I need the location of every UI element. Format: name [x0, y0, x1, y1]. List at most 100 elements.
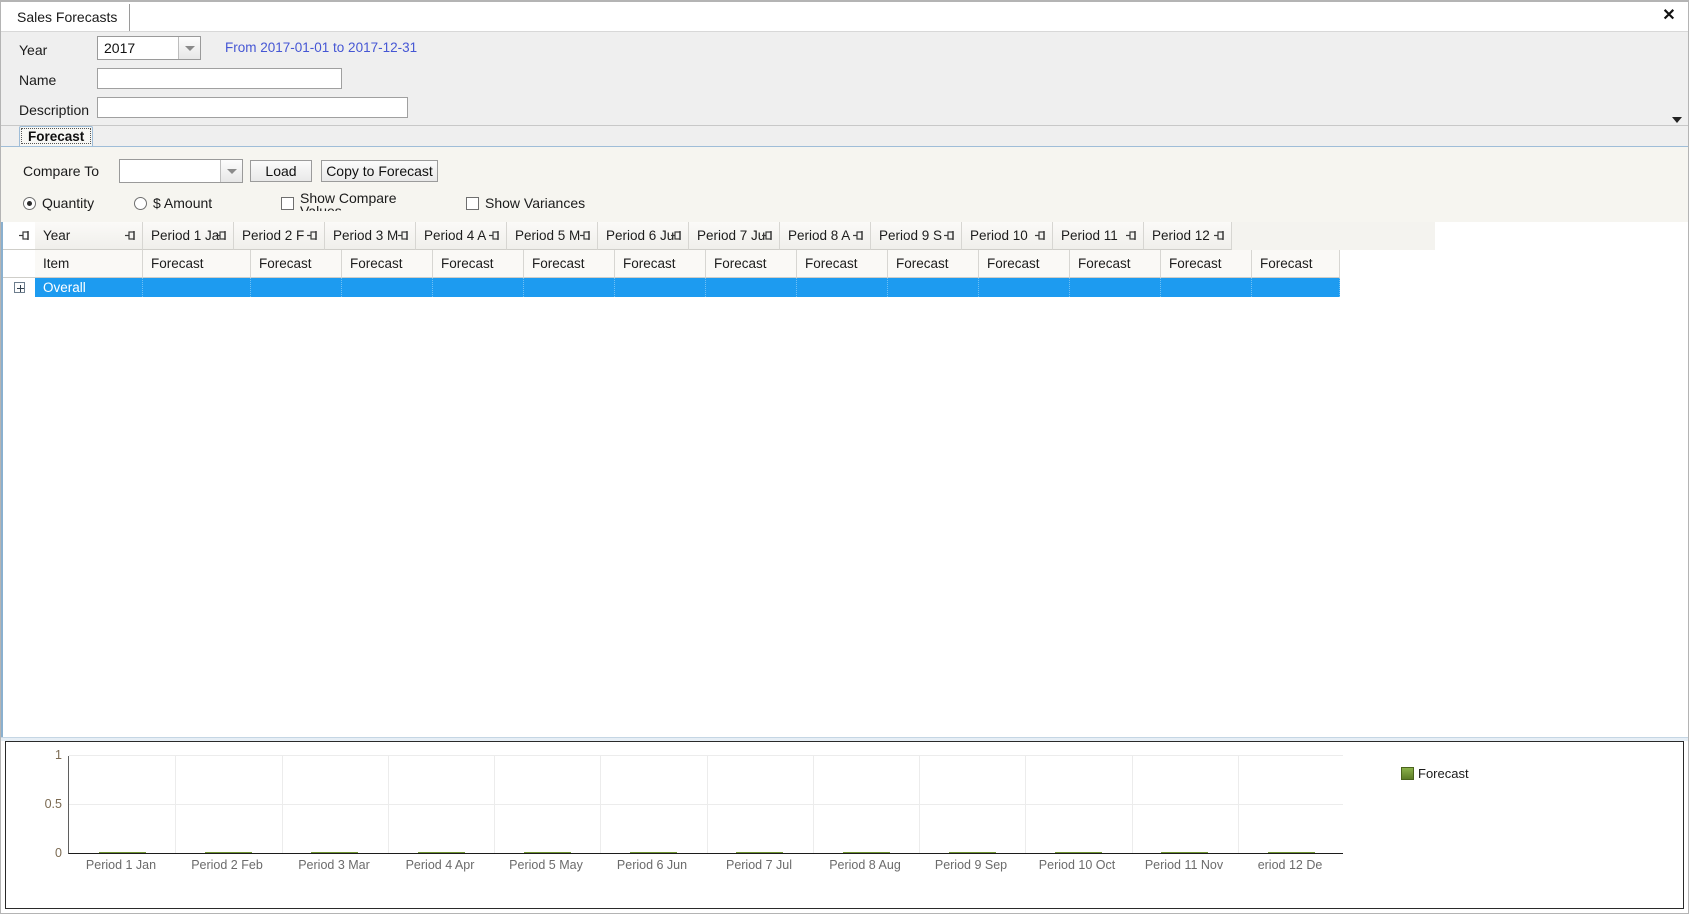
row-value-cell[interactable]: [143, 278, 251, 297]
checkbox-show-variances[interactable]: Show Variances: [466, 195, 585, 211]
grid-column-header[interactable]: Period 5 M: [507, 222, 598, 250]
row-value-cell[interactable]: [979, 278, 1070, 297]
pin-icon[interactable]: [1126, 230, 1138, 242]
chart-y-tick-label: 0.5: [44, 797, 62, 811]
name-input[interactable]: [97, 68, 342, 89]
grid-column-header[interactable]: Year: [35, 222, 143, 250]
row-value-cell[interactable]: [433, 278, 524, 297]
grid-subcolumn-header[interactable]: Forecast: [797, 250, 888, 278]
tab-forecast[interactable]: Forecast: [19, 126, 94, 146]
grid-column-header[interactable]: Period 1 Ja: [143, 222, 234, 250]
chart-legend: Forecast: [1401, 766, 1469, 781]
grid-subcolumn-header[interactable]: Forecast: [143, 250, 251, 278]
chart-x-tick-label: Period 11 Nov: [1144, 858, 1224, 872]
grid-column-header[interactable]: Period 8 A: [780, 222, 871, 250]
chevron-down-icon-collapse-panel[interactable]: [1672, 117, 1682, 123]
grid-subcolumn-header[interactable]: Forecast: [342, 250, 433, 278]
grid-subcolumn-header[interactable]: Forecast: [524, 250, 615, 278]
pin-icon[interactable]: [307, 230, 319, 242]
row-value-cell[interactable]: [251, 278, 342, 297]
chart-gridline-vertical: [1025, 756, 1026, 853]
chart-gridline-vertical: [494, 756, 495, 853]
pin-icon[interactable]: [580, 230, 592, 242]
grid-subcolumn-header[interactable]: Forecast: [1252, 250, 1340, 278]
grid-column-header[interactable]: Period 6 Ju: [598, 222, 689, 250]
pin-icon[interactable]: [398, 230, 410, 242]
grid-column-header[interactable]: Period 12: [1144, 222, 1232, 250]
tab-forecast-label: Forecast: [28, 129, 85, 144]
pin-icon[interactable]: [762, 230, 774, 242]
checkbox-show-compare-values-box: [281, 197, 294, 210]
row-value-cell[interactable]: [888, 278, 979, 297]
pin-icon[interactable]: [489, 230, 501, 242]
row-value-cell[interactable]: [797, 278, 888, 297]
chevron-down-icon[interactable]: [220, 160, 242, 182]
row-value-cell[interactable]: [1252, 278, 1340, 297]
year-label: Year: [19, 42, 48, 58]
radio-quantity[interactable]: Quantity: [23, 195, 94, 211]
row-value-cell[interactable]: [524, 278, 615, 297]
pin-icon[interactable]: [125, 230, 137, 242]
grid-column-header-label: Period 6 Ju: [606, 228, 675, 243]
grid-subcolumn-header[interactable]: Forecast: [433, 250, 524, 278]
grid-header-row: Year Period 1 Ja Period 2 F Period 3 M Perio…: [3, 222, 1435, 250]
pin-icon[interactable]: [1214, 230, 1226, 242]
chart-gridline-vertical: [1132, 756, 1133, 853]
close-icon[interactable]: ✕: [1659, 6, 1679, 26]
grid-subheader-item[interactable]: Item: [35, 250, 143, 278]
grid-column-header-label: Period 5 M: [515, 228, 581, 243]
pin-icon[interactable]: [216, 230, 228, 242]
row-label-cell[interactable]: Overall: [35, 278, 143, 297]
load-button[interactable]: Load: [250, 160, 312, 182]
chart-bar: [843, 852, 890, 853]
sales-forecasts-window: Sales Forecasts ✕ Year 2017 From 2017-01…: [0, 0, 1689, 914]
grid-column-header[interactable]: Period 4 A: [416, 222, 507, 250]
grid-column-header-label: Period 4 A: [424, 228, 487, 243]
row-value-cell[interactable]: [342, 278, 433, 297]
chart-x-tick-label: Period 3 Mar: [298, 858, 370, 872]
year-select[interactable]: 2017: [97, 36, 201, 60]
grid-subcolumn-header[interactable]: Forecast: [251, 250, 342, 278]
grid-subcolumn-header[interactable]: Forecast: [979, 250, 1070, 278]
copy-to-forecast-button-label: Copy to Forecast: [326, 163, 433, 179]
row-value-cell[interactable]: [706, 278, 797, 297]
row-value-cell[interactable]: [1070, 278, 1161, 297]
checkbox-show-compare-values[interactable]: Show Compare Values: [281, 192, 401, 211]
grid-column-header[interactable]: Period 9 S: [871, 222, 962, 250]
description-input[interactable]: [97, 97, 408, 118]
pin-icon[interactable]: [671, 230, 683, 242]
grid-column-header[interactable]: Period 11: [1053, 222, 1144, 250]
forecast-toolbar: Compare To Load Copy to Forecast Quantit…: [1, 146, 1688, 222]
chart-bar: [418, 852, 465, 853]
pin-icon[interactable]: [944, 230, 956, 242]
document-tab-sales-forecasts[interactable]: Sales Forecasts: [7, 4, 131, 31]
grid-header-corner: [3, 222, 35, 250]
grid-column-header[interactable]: Period 10: [962, 222, 1053, 250]
grid-subcolumn-header[interactable]: Forecast: [888, 250, 979, 278]
grid-column-header-label: Period 8 A: [788, 228, 851, 243]
table-row[interactable]: Overall: [3, 278, 1435, 297]
chart-bar: [524, 852, 571, 853]
grid-column-header[interactable]: Period 3 M: [325, 222, 416, 250]
radio-quantity-label: Quantity: [42, 195, 95, 211]
pin-icon[interactable]: [853, 230, 865, 242]
legend-swatch-forecast: [1401, 767, 1414, 780]
row-value-cell[interactable]: [1161, 278, 1252, 297]
grid-subcolumn-header[interactable]: Forecast: [706, 250, 797, 278]
compare-to-select[interactable]: [119, 159, 243, 183]
copy-to-forecast-button[interactable]: Copy to Forecast: [321, 160, 438, 182]
grid-subheader-corner: [3, 250, 35, 278]
grid-subcolumn-header[interactable]: Forecast: [1161, 250, 1252, 278]
grid-column-header[interactable]: Period 2 F: [234, 222, 325, 250]
chevron-down-icon[interactable]: [178, 37, 200, 59]
row-value-cell[interactable]: [615, 278, 706, 297]
pin-icon[interactable]: [19, 230, 31, 245]
grid-subcolumn-header[interactable]: Forecast: [615, 250, 706, 278]
chart-x-tick-label: Period 2 Feb: [191, 858, 263, 872]
expand-icon[interactable]: [13, 282, 25, 293]
grid-subcolumn-header[interactable]: Forecast: [1070, 250, 1161, 278]
grid-column-header[interactable]: Period 7 Ju: [689, 222, 780, 250]
radio-amount[interactable]: $ Amount: [134, 195, 212, 211]
pin-icon[interactable]: [1035, 230, 1047, 242]
chart-bar: [99, 852, 146, 853]
